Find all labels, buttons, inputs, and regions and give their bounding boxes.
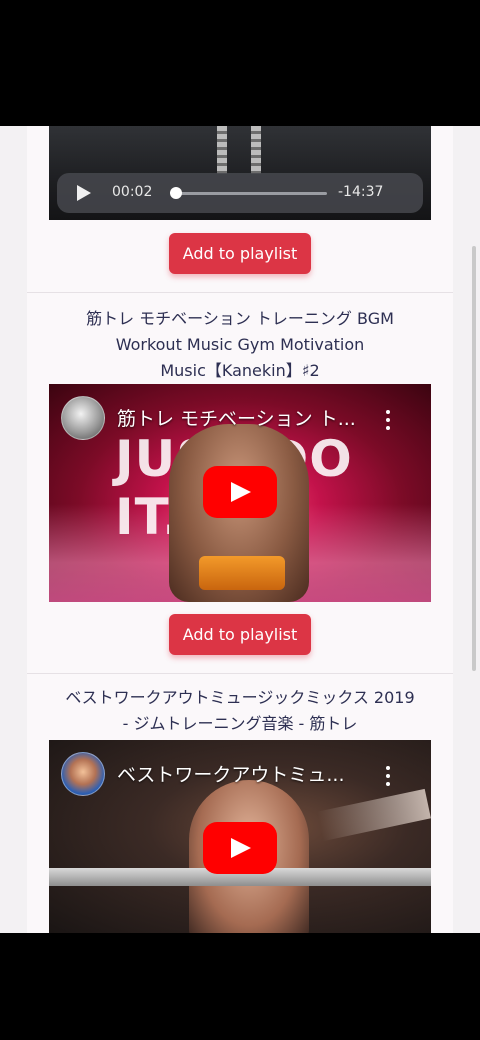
audio-controls: 00:02 -14:37 [57,173,423,213]
video-title[interactable]: 筋トレ モチベーション ト... [117,404,377,431]
remaining-time: -14:37 [338,184,384,200]
track-title: ベストワークアウトミュージックミックス 2019 - ジムトレーニング音楽 - … [40,685,440,737]
gym-light [317,788,431,842]
seek-knob[interactable] [170,187,182,199]
current-time: 00:02 [112,184,153,200]
youtube-embed[interactable]: JUST DO IT. 筋トレ モチベーション ト... [49,384,431,602]
seek-track[interactable] [171,192,327,195]
track-title: 筋トレ モチベーション トレーニング BGM Workout Music Gym… [40,306,440,384]
play-icon[interactable] [77,185,91,201]
youtube-play-icon[interactable] [203,466,277,518]
more-options-icon[interactable] [383,410,393,432]
audio-player-frame: 00:02 -14:37 [49,126,431,220]
track-title-line: Music【Kanekin】♯2 [160,361,320,380]
track-title-line: Workout Music Gym Motivation [115,335,365,354]
channel-avatar[interactable] [61,396,105,440]
youtube-embed[interactable]: ベストワークアウトミュ... [49,740,431,933]
page-viewport[interactable]: 00:02 -14:37 Add to playlist 筋トレ モチベーション… [0,126,480,933]
track-title-line: ベストワークアウトミュージックミックス 2019 [65,688,415,707]
chains-image [209,126,269,174]
divider [27,673,453,674]
status-bar-area [0,0,480,126]
add-to-playlist-button[interactable]: Add to playlist [169,233,311,274]
video-title[interactable]: ベストワークアウトミュ... [117,760,377,787]
track-title-line: - ジムトレーニング音楽 - 筋トレ [122,714,358,733]
youtube-play-icon[interactable] [203,822,277,874]
divider [27,292,453,293]
add-to-playlist-button[interactable]: Add to playlist [169,614,311,655]
athlete-shorts [199,556,285,590]
channel-avatar[interactable] [61,752,105,796]
scrollbar-thumb[interactable] [472,246,476,671]
track-title-line: 筋トレ モチベーション トレーニング BGM [86,309,394,328]
navigation-bar-area [0,933,480,1040]
more-options-icon[interactable] [383,766,393,788]
